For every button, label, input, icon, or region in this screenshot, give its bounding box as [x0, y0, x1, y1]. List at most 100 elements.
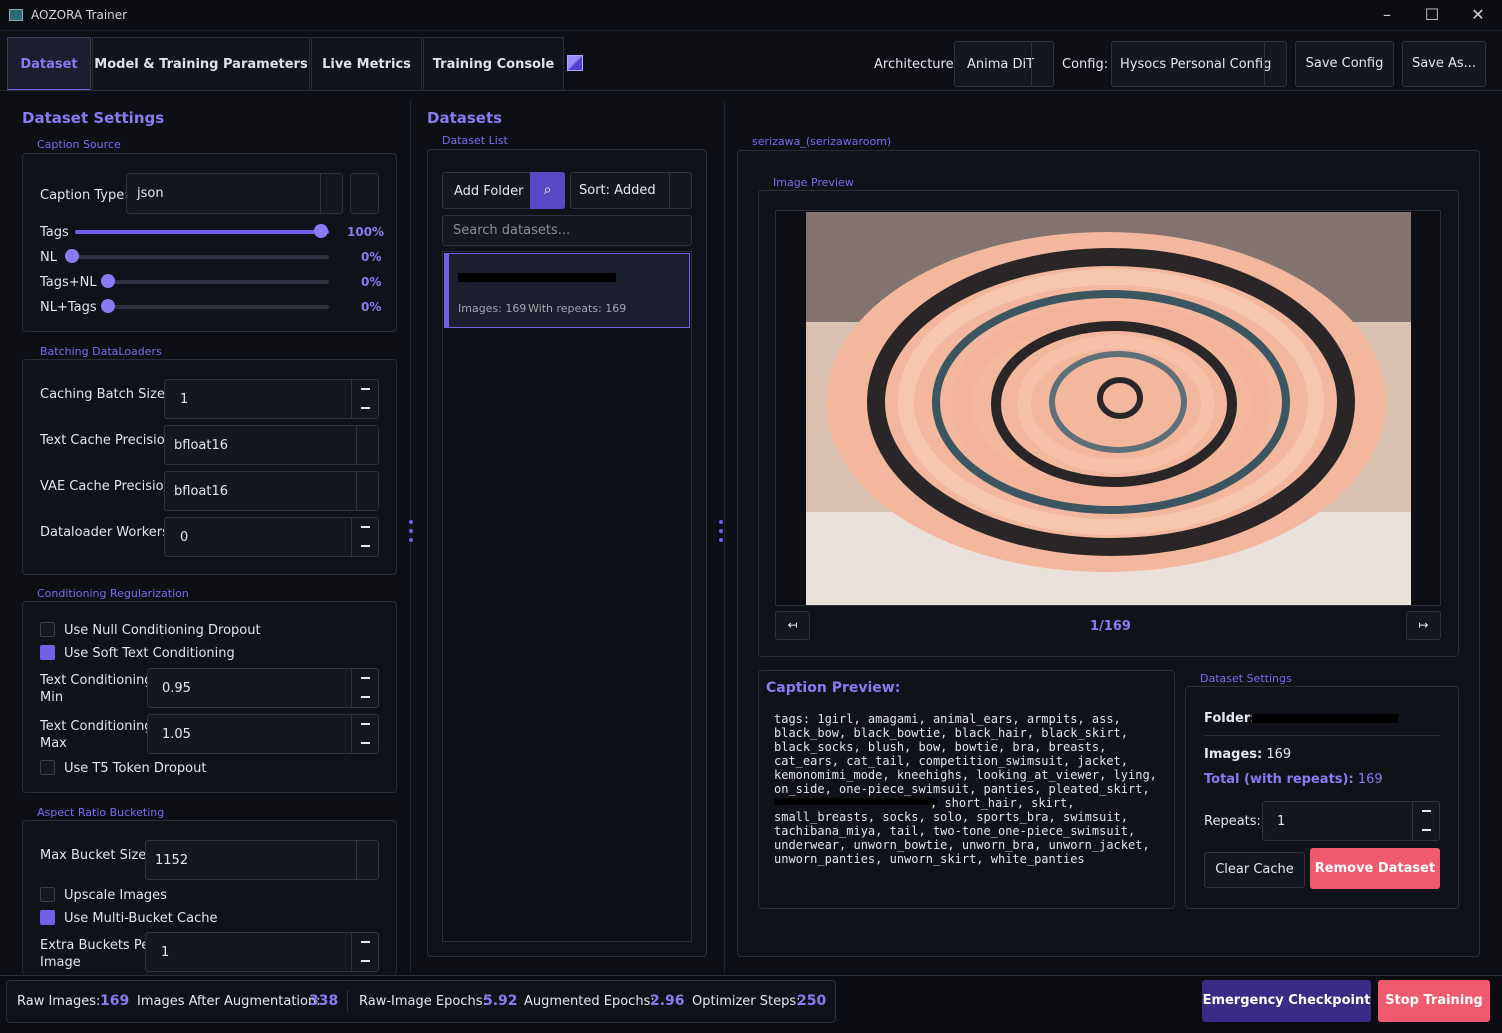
nl-tags-slider-track[interactable]: [108, 305, 329, 309]
extra-buckets-stepper[interactable]: 1: [145, 932, 379, 972]
minus-icon[interactable]: [361, 545, 370, 547]
dataset-list-group-label: Dataset List: [442, 134, 508, 147]
caption-source-group-label: Caption Source: [37, 138, 121, 151]
caption-type-select[interactable]: json: [126, 173, 343, 214]
plus-icon[interactable]: [361, 941, 370, 943]
previous-image-button[interactable]: ↤: [775, 611, 810, 640]
architecture-select[interactable]: Anima DiT: [954, 41, 1054, 87]
null-dropout-checkbox[interactable]: [40, 622, 55, 637]
close-icon[interactable]: ✕: [1455, 4, 1501, 26]
aug-images-value: 338: [309, 993, 339, 1009]
t5-dropout-checkbox[interactable]: [40, 760, 55, 775]
vae-cache-precision-select[interactable]: bfloat16: [164, 471, 379, 511]
soft-text-checkbox[interactable]: [40, 645, 55, 660]
plus-icon[interactable]: [1422, 810, 1431, 812]
chevron-down-icon: [356, 841, 378, 879]
search-icon[interactable]: ⌕: [530, 172, 565, 209]
plus-icon[interactable]: [361, 723, 370, 725]
splitter-right: [724, 100, 725, 973]
maximize-icon[interactable]: ☐: [1409, 4, 1455, 26]
chevron-down-icon: [320, 174, 342, 213]
text-cache-precision-label: Text Cache Precision: [40, 433, 173, 448]
search-datasets-input[interactable]: Search datasets...: [442, 215, 692, 246]
nl-slider-track[interactable]: [75, 255, 329, 259]
minimize-icon[interactable]: –: [1364, 4, 1410, 26]
label-line: Text Conditioning: [40, 673, 153, 688]
tags-nl-slider-track[interactable]: [108, 280, 329, 284]
add-folder-label: Add Folder: [454, 184, 524, 199]
caching-batch-size-stepper[interactable]: 1: [164, 379, 379, 419]
max-bucket-select[interactable]: 1152: [145, 840, 379, 880]
text-cond-min-stepper[interactable]: 0.95: [147, 668, 379, 708]
caption-preview-text-c: small_breasts, socks, solo, sports_bra, …: [774, 810, 1150, 866]
text-cache-precision-select[interactable]: bfloat16: [164, 425, 379, 465]
slider-label-nl: NL: [40, 250, 57, 265]
tags-slider-track[interactable]: [75, 230, 329, 234]
title-bar: [0, 0, 1502, 31]
caption-preview-text-b: , short_hair, skirt,: [930, 796, 1075, 810]
remove-dataset-button[interactable]: Remove Dataset: [1310, 848, 1440, 889]
plus-icon[interactable]: [361, 526, 370, 528]
redacted-tag: [774, 798, 937, 805]
next-image-button[interactable]: ↦: [1406, 611, 1441, 640]
chevron-down-icon: [1031, 42, 1053, 86]
text-cond-max-label: Text Conditioning Max: [40, 718, 153, 752]
stepper-buttons[interactable]: [351, 933, 378, 971]
raw-images-label: Raw Images:: [17, 994, 101, 1009]
plus-icon[interactable]: [361, 388, 370, 390]
caption-options-button[interactable]: [350, 173, 379, 214]
upscale-checkbox[interactable]: [40, 887, 55, 902]
minus-icon[interactable]: [361, 696, 370, 698]
tags-nl-slider-handle[interactable]: [101, 274, 115, 288]
tab-live-metrics[interactable]: Live Metrics: [311, 37, 422, 91]
dataset-list-item[interactable]: Images: 169 With repeats: 169: [444, 253, 690, 328]
text-cond-min-label: Text Conditioning Min: [40, 672, 153, 706]
null-dropout-label: Use Null Conditioning Dropout: [64, 623, 261, 638]
label-line: Text Conditioning: [40, 719, 153, 734]
slider-label-tags: Tags: [40, 225, 69, 240]
save-as-button[interactable]: Save As...: [1402, 41, 1486, 87]
text-cond-max-stepper[interactable]: 1.05: [147, 714, 379, 754]
repeats-stepper[interactable]: 1: [1262, 801, 1440, 841]
dataloader-workers-stepper[interactable]: 0: [164, 517, 379, 557]
aug-images-label: Images After Augmentation:: [137, 994, 321, 1009]
minus-icon[interactable]: [361, 742, 370, 744]
stop-training-button[interactable]: Stop Training: [1378, 980, 1490, 1022]
stepper-buttons[interactable]: [1412, 802, 1439, 840]
minus-icon[interactable]: [361, 960, 370, 962]
caption-preview-text-a: tags: 1girl, amagami, animal_ears, armpi…: [774, 712, 1157, 796]
images-value: 169: [1266, 747, 1292, 762]
stepper-buttons[interactable]: [351, 380, 378, 418]
stepper-buttons[interactable]: [351, 669, 378, 707]
minus-icon[interactable]: [361, 407, 370, 409]
emergency-checkpoint-button[interactable]: Emergency Checkpoint: [1202, 980, 1371, 1022]
multi-bucket-checkbox[interactable]: [40, 910, 55, 925]
plus-icon[interactable]: [361, 677, 370, 679]
nl-slider-handle[interactable]: [65, 249, 79, 263]
config-label: Config:: [1062, 57, 1109, 72]
theme-toggle[interactable]: [567, 55, 583, 71]
tags-slider-handle[interactable]: [314, 224, 328, 238]
stepper-buttons[interactable]: [351, 715, 378, 753]
nl-tags-slider-handle[interactable]: [101, 299, 115, 313]
chevron-down-icon: [669, 173, 691, 208]
save-config-button[interactable]: Save Config: [1295, 41, 1394, 87]
tab-dataset[interactable]: Dataset: [7, 37, 91, 91]
tab-model-training[interactable]: Model & Training Parameters: [92, 37, 310, 91]
splitter-handle-icon[interactable]: [719, 520, 723, 547]
redacted-folder-path: [1252, 714, 1398, 723]
slider-label-tags-nl: Tags+NL: [40, 275, 97, 290]
tags-value: 100%: [347, 225, 385, 239]
sort-select[interactable]: Sort: Added: [570, 172, 692, 209]
config-select[interactable]: Hysocs Personal Config: [1111, 41, 1287, 87]
dataset-list: [442, 251, 692, 942]
arrow-left-icon: ↤: [787, 618, 798, 632]
stat-divider: [347, 990, 348, 1012]
preview-image: [806, 212, 1411, 605]
splitter-handle-icon[interactable]: [409, 520, 413, 547]
minus-icon[interactable]: [1422, 829, 1431, 831]
clear-cache-button[interactable]: Clear Cache: [1204, 852, 1305, 888]
optimizer-steps-label: Optimizer Steps:: [692, 994, 801, 1009]
stepper-buttons[interactable]: [351, 518, 378, 556]
tab-training-console[interactable]: Training Console: [423, 37, 564, 91]
